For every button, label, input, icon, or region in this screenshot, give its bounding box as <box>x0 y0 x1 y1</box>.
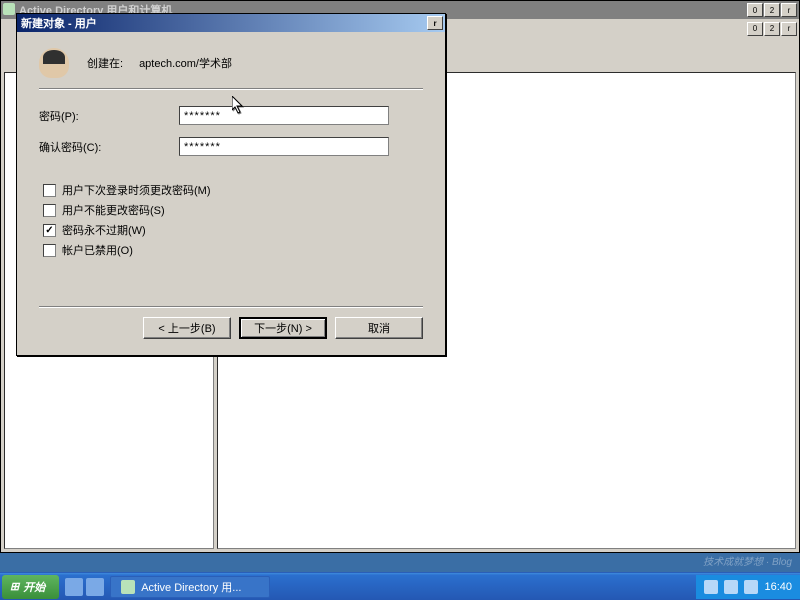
system-tray[interactable]: 16:40 <box>696 575 800 599</box>
taskbar-app-button[interactable]: Active Directory 用... <box>110 576 270 598</box>
password-label: 密码(P): <box>39 108 179 124</box>
created-in-label: 创建在: <box>87 55 123 71</box>
must-change-password-checkbox[interactable] <box>43 184 56 197</box>
ad-app-icon <box>121 580 135 594</box>
back-button[interactable]: < 上一步(B) <box>143 317 231 339</box>
mmc-close-button[interactable]: r <box>781 3 797 17</box>
password-never-expires-checkbox[interactable] <box>43 224 56 237</box>
desktop-icon[interactable] <box>86 578 104 596</box>
mmc-minimize-button[interactable]: 0 <box>747 3 763 17</box>
account-disabled-checkbox[interactable] <box>43 244 56 257</box>
start-button[interactable]: ⊞ 开始 <box>2 575 59 599</box>
account-disabled-label: 帐户已禁用(O) <box>62 242 133 258</box>
cannot-change-password-label: 用户不能更改密码(S) <box>62 202 165 218</box>
mmc-maximize-button[interactable]: 2 <box>764 3 780 17</box>
mmc-child-restore-button[interactable]: 2 <box>764 22 780 36</box>
password-never-expires-label: 密码永不过期(W) <box>62 222 146 238</box>
taskbar: ⊞ 开始 Active Directory 用... 16:40 <box>0 572 800 600</box>
must-change-password-label: 用户下次登录时须更改密码(M) <box>62 182 211 198</box>
start-flag-icon: ⊞ <box>10 580 19 593</box>
dialog-title-text: 新建对象 - 用户 <box>21 15 427 31</box>
clock[interactable]: 16:40 <box>764 581 792 593</box>
tray-icon-2[interactable] <box>724 580 738 594</box>
password-input[interactable] <box>179 106 389 125</box>
divider <box>39 88 423 90</box>
confirm-password-input[interactable] <box>179 137 389 156</box>
taskbar-app-label: Active Directory 用... <box>141 579 241 595</box>
user-head-icon <box>39 48 69 78</box>
created-in-value: aptech.com/学术部 <box>139 55 232 71</box>
mmc-child-minimize-button[interactable]: 0 <box>747 22 763 36</box>
cannot-change-password-checkbox[interactable] <box>43 204 56 217</box>
cancel-button[interactable]: 取消 <box>335 317 423 339</box>
dialog-close-button[interactable]: r <box>427 16 443 30</box>
mmc-child-close-button[interactable]: r <box>781 22 797 36</box>
next-button[interactable]: 下一步(N) > <box>239 317 327 339</box>
confirm-password-label: 确认密码(C): <box>39 139 179 155</box>
tray-icon-1[interactable] <box>704 580 718 594</box>
start-label: 开始 <box>23 579 45 595</box>
quick-launch <box>65 578 104 596</box>
dialog-titlebar[interactable]: 新建对象 - 用户 r <box>17 14 445 32</box>
tray-icon-3[interactable] <box>744 580 758 594</box>
new-user-dialog: 新建对象 - 用户 r 创建在: aptech.com/学术部 密码(P): 确… <box>16 13 446 356</box>
ie-icon[interactable] <box>65 578 83 596</box>
